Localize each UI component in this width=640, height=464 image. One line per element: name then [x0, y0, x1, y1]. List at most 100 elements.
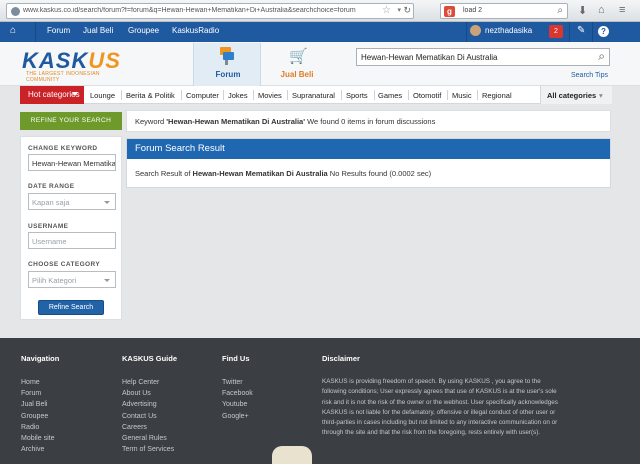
kaskus-logo[interactable]: KASKUS THE LARGEST INDONESIAN COMMUNITY — [22, 48, 134, 84]
divider — [477, 90, 478, 100]
footer-heading: KASKUS Guide — [122, 354, 178, 363]
footer-link-term-of-services[interactable]: Term of Services — [122, 444, 177, 455]
forum-icon — [220, 47, 234, 65]
footer-link-google-plus[interactable]: Google+ — [222, 411, 253, 422]
browser-toolbar: www.kaskus.co.id/search/forum?f=forum&q=… — [0, 0, 640, 22]
home-icon[interactable]: ⌂ — [598, 4, 605, 16]
category-lounge[interactable]: Lounge — [90, 91, 115, 100]
header-search-input[interactable]: Hewan-Hewan Mematikan Di Australia ⌕ — [356, 48, 610, 66]
tab-forum[interactable]: Forum — [193, 43, 261, 86]
tab-forum-label: Forum — [215, 70, 241, 79]
category-supranatural[interactable]: Supranatural — [292, 91, 335, 100]
refine-search-heading: REFINE YOUR SEARCH — [20, 112, 122, 130]
footer-link-facebook[interactable]: Facebook — [222, 388, 253, 399]
date-range-select[interactable]: Kapan saja — [28, 193, 116, 210]
category-games[interactable]: Games — [378, 91, 402, 100]
pencil-icon[interactable]: ✎ — [577, 25, 585, 36]
date-range-value: Kapan saja — [32, 198, 70, 207]
footer-link-help-center[interactable]: Help Center — [122, 377, 177, 388]
browser-search-box[interactable]: g load 2 ⌕ — [440, 3, 568, 19]
footer-link-radio[interactable]: Radio — [21, 422, 59, 433]
footer-link-home[interactable]: Home — [21, 377, 59, 388]
choose-category-label: CHOOSE CATEGORY — [28, 261, 101, 268]
keyword-summary: Keyword 'Hewan-Hewan Mematikan Di Austra… — [126, 110, 611, 132]
download-icon[interactable]: ⬇ — [578, 4, 587, 17]
tab-jual-beli-label: Jual Beli — [280, 70, 314, 79]
search-tips-link[interactable]: Search Tips — [571, 72, 608, 79]
refine-sidebar: CHANGE KEYWORD Hewan-Hewan Mematikan Di … — [20, 136, 122, 320]
category-movies[interactable]: Movies — [258, 91, 282, 100]
logo-tagline: THE LARGEST INDONESIAN COMMUNITY — [26, 71, 100, 83]
category-bar: Hot categories Lounge Berita & Politik C… — [20, 86, 612, 104]
footer-link-youtube[interactable]: Youtube — [222, 399, 253, 410]
divider — [181, 90, 182, 100]
divider — [121, 90, 122, 100]
category-select-value: Pilih Kategori — [32, 276, 77, 285]
menu-icon[interactable]: ≡ — [619, 4, 625, 16]
change-keyword-label: CHANGE KEYWORD — [28, 145, 98, 152]
category-music[interactable]: Music — [452, 91, 472, 100]
google-icon[interactable]: g — [444, 6, 455, 17]
notification-badge[interactable]: 2 — [549, 25, 563, 38]
footer-link-groupee[interactable]: Groupee — [21, 411, 59, 422]
nav-divider — [466, 22, 467, 42]
home-icon[interactable]: ⌂ — [10, 25, 16, 36]
footer-link-twitter[interactable]: Twitter — [222, 377, 253, 388]
footer-heading: Navigation — [21, 354, 60, 363]
username-label: USERNAME — [28, 223, 69, 230]
footer-link-mobile-site[interactable]: Mobile site — [21, 433, 59, 444]
category-computer[interactable]: Computer — [186, 91, 219, 100]
divider — [447, 90, 448, 100]
nav-kaskusradio[interactable]: KaskusRadio — [172, 26, 219, 35]
logo-word-accent: US — [88, 48, 121, 73]
user-menu[interactable]: nezthadasika — [470, 25, 532, 36]
footer-link-careers[interactable]: Careers — [122, 422, 177, 433]
all-categories-label[interactable]: All categories — [547, 91, 596, 100]
refine-search-button[interactable]: Refine Search — [38, 300, 104, 315]
help-icon[interactable]: ? — [598, 26, 609, 37]
hot-categories-button[interactable]: Hot categories — [20, 86, 84, 104]
bookmark-star-icon[interactable]: ☆ — [382, 5, 391, 16]
search-icon[interactable]: ⌕ — [598, 49, 605, 64]
keyword-input[interactable]: Hewan-Hewan Mematikan Di Australia — [28, 154, 116, 171]
nav-divider — [569, 22, 570, 42]
result-keyword: Hewan-Hewan Mematikan Di Australia — [192, 169, 328, 178]
category-otomotif[interactable]: Otomotif — [413, 91, 441, 100]
search-icon[interactable]: ⌕ — [557, 5, 563, 16]
browser-search-value: load 2 — [463, 7, 483, 14]
category-jokes[interactable]: Jokes — [228, 91, 248, 100]
category-sports[interactable]: Sports — [346, 91, 368, 100]
footer-link-contact-us[interactable]: Contact Us — [122, 411, 177, 422]
footer-link-archive[interactable]: Archive — [21, 444, 59, 455]
nav-jual-beli[interactable]: Jual Beli — [83, 26, 113, 35]
divider — [223, 90, 224, 100]
footer-guide: KASKUS Guide Help Center About Us Advert… — [122, 354, 177, 455]
footer-link-advertising[interactable]: Advertising — [122, 399, 177, 410]
result-title: Forum Search Result — [127, 139, 610, 159]
avatar — [470, 25, 481, 36]
address-bar[interactable]: www.kaskus.co.id/search/forum?f=forum&q=… — [6, 3, 414, 19]
header-search-value: Hewan-Hewan Mematikan Di Australia — [361, 53, 498, 62]
footer-link-forum[interactable]: Forum — [21, 388, 59, 399]
footer-link-general-rules[interactable]: General Rules — [122, 433, 177, 444]
category-berita-politik[interactable]: Berita & Politik — [126, 91, 175, 100]
search-result-panel: Forum Search Result Search Result of Hew… — [126, 138, 611, 188]
footer-heading: Disclaimer — [322, 354, 360, 363]
category-select[interactable]: Pilih Kategori — [28, 271, 116, 288]
url-text: www.kaskus.co.id/search/forum?f=forum&q=… — [23, 7, 356, 14]
nav-forum[interactable]: Forum — [47, 26, 70, 35]
result-prefix: Search Result of — [135, 169, 193, 178]
divider — [253, 90, 254, 100]
category-regional[interactable]: Regional — [482, 91, 512, 100]
reload-icon[interactable]: ↻ — [403, 5, 411, 16]
footer-link-jual-beli[interactable]: Jual Beli — [21, 399, 59, 410]
url-dropdown-icon[interactable]: ▾ — [397, 6, 401, 14]
footer-link-about-us[interactable]: About Us — [122, 388, 177, 399]
divider — [408, 90, 409, 100]
username-input[interactable]: Username — [28, 232, 116, 249]
divider — [341, 90, 342, 100]
nav-groupee[interactable]: Groupee — [128, 26, 159, 35]
keyword-suffix: We found 0 items in forum discussions — [305, 117, 436, 126]
footer-navigation: Navigation Home Forum Jual Beli Groupee … — [21, 354, 59, 455]
tab-jual-beli[interactable]: 🛒 Jual Beli — [265, 43, 329, 86]
